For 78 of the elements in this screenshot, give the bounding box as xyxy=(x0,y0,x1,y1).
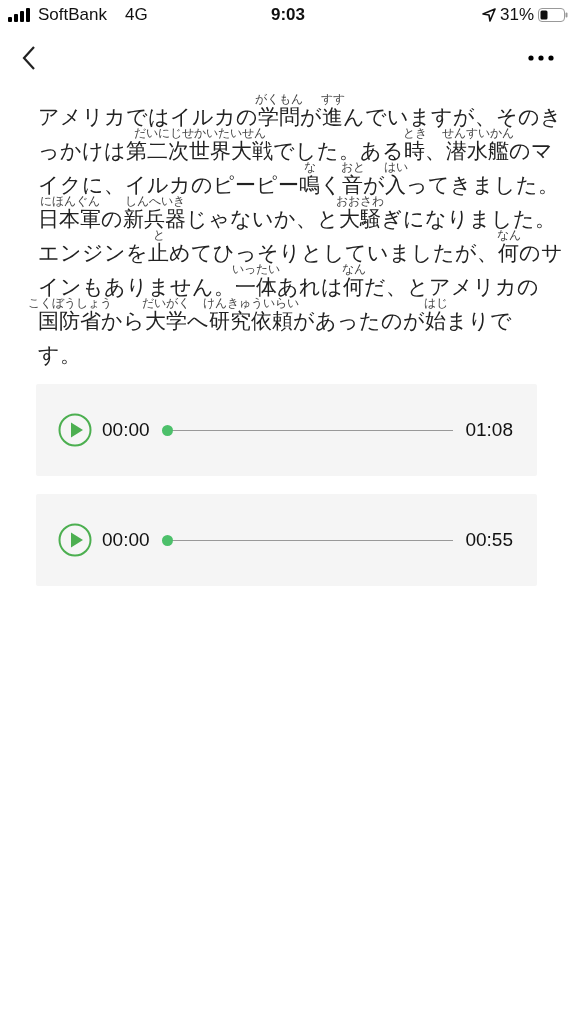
furigana: なん xyxy=(496,229,521,242)
furigana: けんきゅういらい xyxy=(203,297,299,310)
article-text: 、 xyxy=(425,140,446,162)
furigana: おと xyxy=(340,161,365,174)
current-time: 00:00 xyxy=(102,529,150,551)
battery-icon xyxy=(538,8,568,22)
furigana: だいにじせかいたいせん xyxy=(133,127,266,140)
article-text: アメリカではイルカの xyxy=(38,106,258,128)
article-text: でした。ある xyxy=(273,140,404,162)
article-text: 第二次世界大戦 xyxy=(126,139,273,162)
article-text: の xyxy=(101,208,123,230)
article-text: が xyxy=(363,174,385,196)
furigana: こくぼうしょう xyxy=(27,297,112,310)
furigana: と xyxy=(152,229,165,242)
furigana: すす xyxy=(320,93,345,106)
article-text: 学問 xyxy=(258,105,300,128)
article-text: だ、とアメリカの xyxy=(364,276,539,298)
furigana: いったい xyxy=(232,263,280,276)
furigana: しんへいき xyxy=(124,195,185,208)
location-arrow-icon xyxy=(481,8,496,22)
furigana: はじ xyxy=(423,297,448,310)
network-type: 4G xyxy=(125,5,148,25)
furigana: とき xyxy=(402,127,427,140)
furigana: だいがく xyxy=(142,297,190,310)
article-text: 進 xyxy=(322,105,343,128)
back-icon[interactable] xyxy=(22,45,36,71)
battery-percent: 31% xyxy=(499,5,534,25)
article-text: のサ xyxy=(519,242,563,264)
article-text: 入 xyxy=(385,173,406,196)
furigana: がくもん xyxy=(255,93,303,106)
play-button[interactable] xyxy=(58,523,92,557)
article-text: 国防省 xyxy=(38,309,101,332)
furigana: おおさわ xyxy=(336,195,384,208)
article-text: んでいますが、そのき xyxy=(343,106,562,128)
furigana: な xyxy=(303,161,316,174)
article-text: へ xyxy=(187,310,209,332)
article-text: エンジンを xyxy=(38,242,148,264)
article-text: 大学 xyxy=(145,309,187,332)
article-text: イクに、イルカのピーピー xyxy=(38,174,299,196)
article-text: ってきました。 xyxy=(406,174,559,196)
article-text: 始 xyxy=(425,309,446,332)
current-time: 00:00 xyxy=(102,419,150,441)
more-icon[interactable] xyxy=(528,55,554,61)
signal-icon xyxy=(8,8,32,22)
article-text: が xyxy=(300,106,322,128)
article-text: じゃないか、と xyxy=(186,208,339,230)
furigana: にほんぐん xyxy=(39,195,100,208)
furigana: せんすいかん xyxy=(441,127,514,140)
article-text: 音 xyxy=(342,173,363,196)
article-text: く xyxy=(320,174,342,196)
duration: 01:08 xyxy=(465,419,513,441)
article-text: ぎになりました。 xyxy=(381,208,556,230)
article-text: インもありません。 xyxy=(38,276,235,298)
article-text: 新兵器 xyxy=(123,207,186,230)
article-text: す。 xyxy=(38,344,81,366)
article-text: 時 xyxy=(404,139,425,162)
article-text: から xyxy=(101,310,145,332)
article-text: 何 xyxy=(498,241,519,264)
article-text: まりで xyxy=(446,310,512,332)
clock-time: 9:03 xyxy=(271,5,305,25)
article-text: のマ xyxy=(509,140,553,162)
article-text: 何 xyxy=(343,275,364,298)
article-text: 鳴 xyxy=(299,173,320,196)
article-text: 潜水艦 xyxy=(446,139,509,162)
carrier-name: SoftBank xyxy=(38,5,107,25)
article-text: 日本軍 xyxy=(38,207,101,230)
article-text: 大騒 xyxy=(339,207,381,230)
article-text: 一体 xyxy=(235,275,277,298)
article-text: があったのが xyxy=(293,310,425,332)
play-button[interactable] xyxy=(58,413,92,447)
furigana: はい xyxy=(383,161,408,174)
article-text: めてひっそりとしていましたが、 xyxy=(169,242,498,264)
duration: 00:55 xyxy=(465,529,513,551)
furigana: なん xyxy=(341,263,366,276)
article-text: 研究依頼 xyxy=(209,309,293,332)
article-text: っかけは xyxy=(38,140,126,162)
article-text: 止 xyxy=(148,241,169,264)
article-text: あれは xyxy=(277,276,343,298)
